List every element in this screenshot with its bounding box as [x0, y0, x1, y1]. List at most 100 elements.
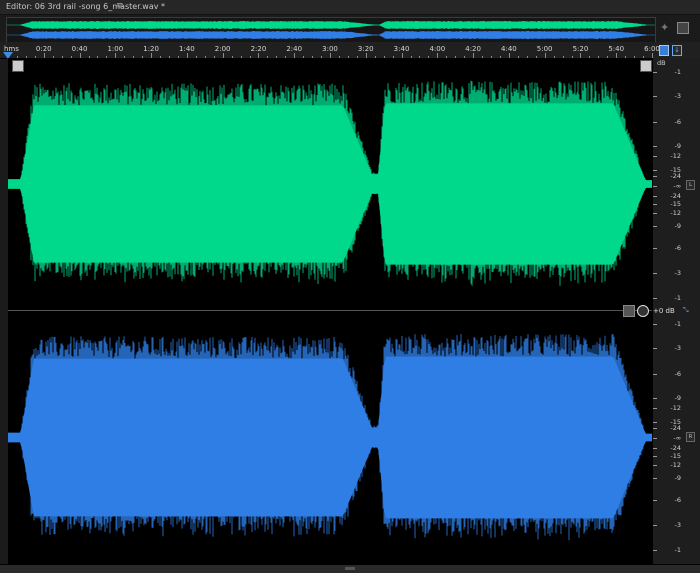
ruler-label: 4:00 [429, 45, 446, 53]
ruler-label: 5:20 [572, 45, 589, 53]
ruler-label: 3:40 [393, 45, 410, 53]
db-scale-tick [653, 465, 657, 466]
db-scale-tick [653, 525, 657, 526]
ruler-label: 3:20 [357, 45, 374, 53]
panel-menu-icon[interactable]: ≡ [116, 1, 124, 11]
db-scale-label: -12 [670, 404, 681, 412]
db-scale-tick [653, 422, 657, 423]
db-scale-tick [653, 204, 657, 205]
db-scale-label: -6 [674, 118, 681, 126]
editor-title: Editor: 06 3rd rail -song 6_master.wav * [6, 2, 166, 11]
ruler-label: 5:40 [608, 45, 625, 53]
zoom-out-corner-icon[interactable] [640, 60, 652, 72]
hud-handle-icon[interactable] [623, 305, 635, 317]
waveform-display[interactable] [8, 58, 652, 564]
db-scale-label: -3 [674, 344, 681, 352]
ruler-label: 0:40 [71, 45, 88, 53]
db-scale-label: -12 [670, 461, 681, 469]
left-channel-waveform[interactable] [8, 58, 652, 310]
db-scale-tick [653, 146, 657, 147]
zoom-star-icon[interactable]: ✦ [660, 22, 672, 34]
db-scale-label: -3 [674, 269, 681, 277]
db-scale-label: -15 [670, 452, 681, 460]
ruler-label: 2:00 [214, 45, 231, 53]
db-scale-tick [653, 448, 657, 449]
volume-knob[interactable] [637, 305, 649, 317]
db-scale-tick [653, 213, 657, 214]
channel-link-icon[interactable]: ⤡ [683, 306, 691, 314]
db-scale-tick [653, 226, 657, 227]
volume-value: +0 dB [653, 307, 675, 315]
db-scale-tick [653, 248, 657, 249]
db-scale-tick [653, 170, 657, 171]
db-scale-label: -24 [670, 192, 681, 200]
db-scale-tick [653, 456, 657, 457]
hud-volume-control[interactable]: +0 dB [623, 304, 675, 318]
db-scale-tick [653, 156, 657, 157]
db-scale-label: -1 [674, 320, 681, 328]
db-scale-tick [653, 96, 657, 97]
db-scale-label: -6 [674, 496, 681, 504]
db-scale-label: -6 [674, 370, 681, 378]
db-scale-label: -3 [674, 92, 681, 100]
db-scale-tick [653, 428, 657, 429]
db-scale-tick [653, 374, 657, 375]
db-scale-label: -15 [670, 200, 681, 208]
time-ruler[interactable]: hms 0:20 0:40 1:00 1:20 1:40 2:00 2:20 2:40 3:00… [0, 42, 700, 59]
ruler-label: 4:20 [465, 45, 481, 53]
ruler-label: 6:00 [644, 45, 660, 53]
db-scale-tick [653, 550, 657, 551]
overview-waveform-svg [7, 20, 655, 40]
db-scale-tick [653, 273, 657, 274]
pin-icon[interactable]: ↓ [672, 45, 682, 56]
editor-title-bar: Editor: 06 3rd rail -song 6_master.wav *… [0, 0, 700, 15]
db-scale-tick [653, 438, 657, 439]
db-scale-label: -9 [674, 222, 681, 230]
right-channel-tag[interactable]: R [686, 432, 695, 442]
ruler-label: 3:00 [322, 45, 338, 53]
ruler-label: 5:00 [536, 45, 553, 53]
ruler-label: 1:40 [179, 45, 195, 53]
db-unit-label: dB [657, 59, 666, 67]
ruler-label: 2:40 [286, 45, 303, 53]
db-scale-label: -1 [674, 294, 681, 302]
db-scale-label: -24 [670, 444, 681, 452]
left-channel-tag[interactable]: L [686, 180, 695, 190]
db-scale-label: -9 [674, 394, 681, 402]
db-scale-tick [653, 298, 657, 299]
db-scale-tick [653, 196, 657, 197]
db-scale-label: -12 [670, 152, 681, 160]
overview-channel-trace [7, 30, 655, 40]
db-scale-tick [653, 408, 657, 409]
db-scale-tick [653, 72, 657, 73]
db-scale-tick [653, 176, 657, 177]
db-scale-tick [653, 398, 657, 399]
panel-options-icon[interactable] [677, 22, 689, 34]
overview-waveform[interactable] [6, 17, 656, 43]
db-scale-tick [653, 478, 657, 479]
db-scale-label: -9 [674, 474, 681, 482]
db-scale-tick [653, 324, 657, 325]
right-channel-waveform[interactable] [8, 311, 652, 564]
db-scale-tick [653, 186, 657, 187]
db-scale-label: -24 [670, 424, 681, 432]
db-scale-label: -24 [670, 172, 681, 180]
db-scale-label: -9 [674, 142, 681, 150]
db-scale-label: -1 [674, 68, 681, 76]
headphone-icon[interactable] [659, 45, 669, 56]
db-scale-label: -∞ [673, 182, 681, 190]
ruler-label: 4:40 [501, 45, 517, 53]
db-scale-label: -∞ [673, 434, 681, 442]
db-scale-label: -12 [670, 209, 681, 217]
db-scale-tick [653, 348, 657, 349]
scrollbar-thumb[interactable] [345, 567, 355, 570]
ruler-label: 1:20 [143, 45, 159, 53]
db-scale-tick [653, 122, 657, 123]
db-scale-label: -3 [674, 521, 681, 529]
zoom-in-corner-icon[interactable] [12, 60, 24, 72]
ruler-label: 0:20 [35, 45, 52, 53]
db-scale-label: -6 [674, 244, 681, 252]
ruler-label: 2:20 [250, 45, 267, 53]
db-scale-tick [653, 500, 657, 501]
ruler-label: 1:00 [107, 45, 124, 53]
